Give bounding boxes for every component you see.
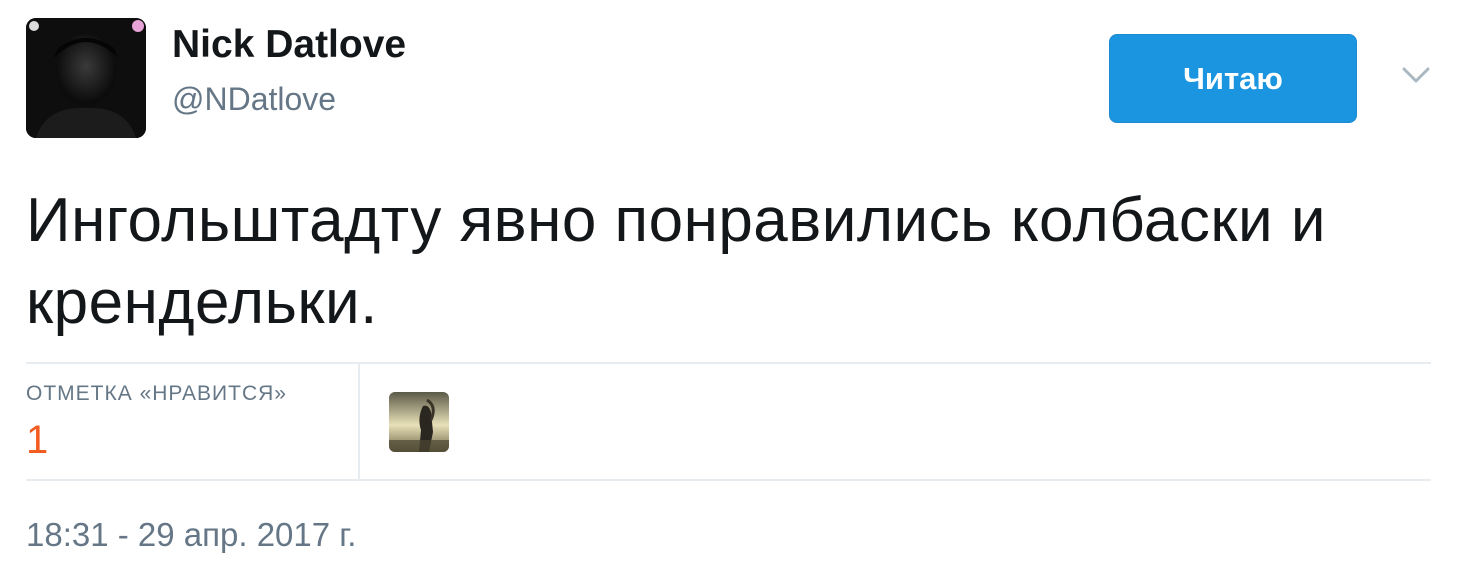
tweet-timestamp[interactable]: 18:31 - 29 апр. 2017 г.: [26, 516, 356, 554]
liker-avatar-image: [389, 392, 449, 452]
chevron-down-icon[interactable]: [1398, 60, 1434, 90]
tweet-stats: ОТМЕТКА «НРАВИТСЯ» 1: [26, 364, 1431, 479]
liker-avatar[interactable]: [389, 392, 449, 452]
author-avatar[interactable]: [26, 18, 146, 138]
tweet-text: Ингольштадту явно понравились колбаски и…: [26, 186, 1326, 337]
following-button[interactable]: Читаю: [1109, 34, 1357, 123]
author-avatar-image: [26, 18, 146, 138]
likes-count: 1: [26, 418, 49, 462]
likes-label: ОТМЕТКА «НРАВИТСЯ»: [26, 382, 287, 405]
stats-bottom-divider: [26, 479, 1431, 481]
author-handle[interactable]: @NDatlove: [172, 80, 336, 118]
author-name[interactable]: Nick Datlove: [172, 23, 406, 67]
following-button-label: Читаю: [1183, 60, 1283, 96]
likes-stat[interactable]: ОТМЕТКА «НРАВИТСЯ» 1: [26, 364, 360, 479]
